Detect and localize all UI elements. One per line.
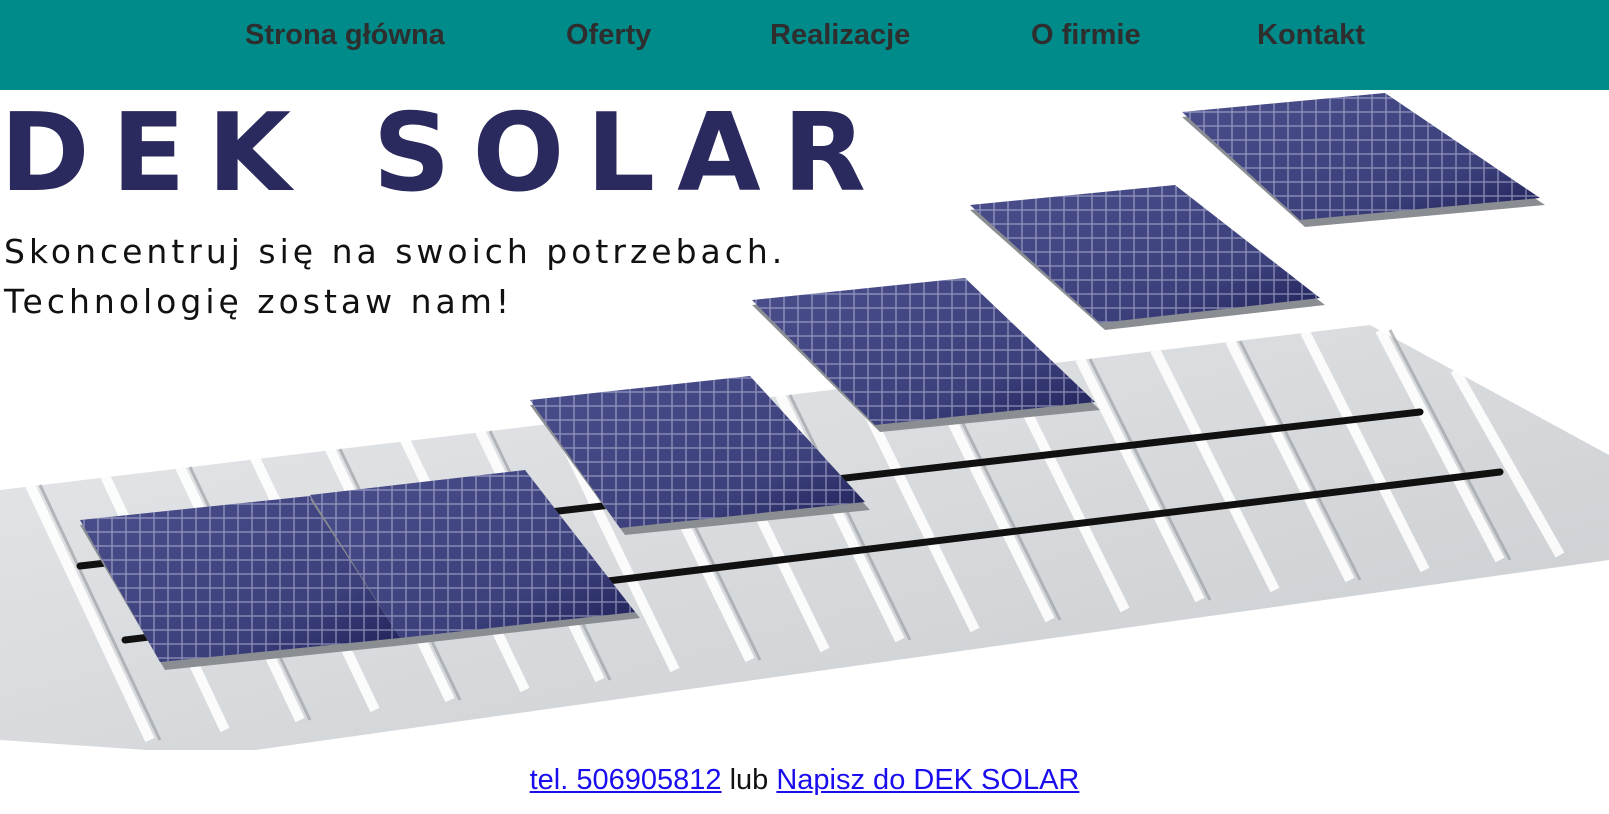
solar-panel	[1182, 93, 1545, 227]
contact-line: tel. 506905812 lub Napisz do DEK SOLAR	[0, 764, 1609, 797]
phone-link[interactable]: tel. 506905812	[530, 764, 722, 796]
nav-item-contact[interactable]: Kontakt	[1257, 19, 1365, 52]
contact-separator: lub	[729, 764, 769, 796]
nav-item-offers[interactable]: Oferty	[566, 19, 651, 52]
nav-item-about[interactable]: O firmie	[1031, 19, 1141, 52]
solar-panel	[970, 185, 1325, 330]
brand-logo: DEK SOLAR	[0, 91, 888, 216]
nav-item-home[interactable]: Strona główna	[245, 19, 445, 52]
tagline-line-1: Skoncentruj się na swoich potrzebach.	[4, 232, 787, 271]
top-navigation: Strona główna Oferty Realizacje O firmie…	[0, 0, 1609, 90]
tagline-line-2: Technologię zostaw nam!	[4, 282, 514, 321]
email-link[interactable]: Napisz do DEK SOLAR	[776, 764, 1079, 796]
nav-item-projects[interactable]: Realizacje	[770, 19, 910, 52]
